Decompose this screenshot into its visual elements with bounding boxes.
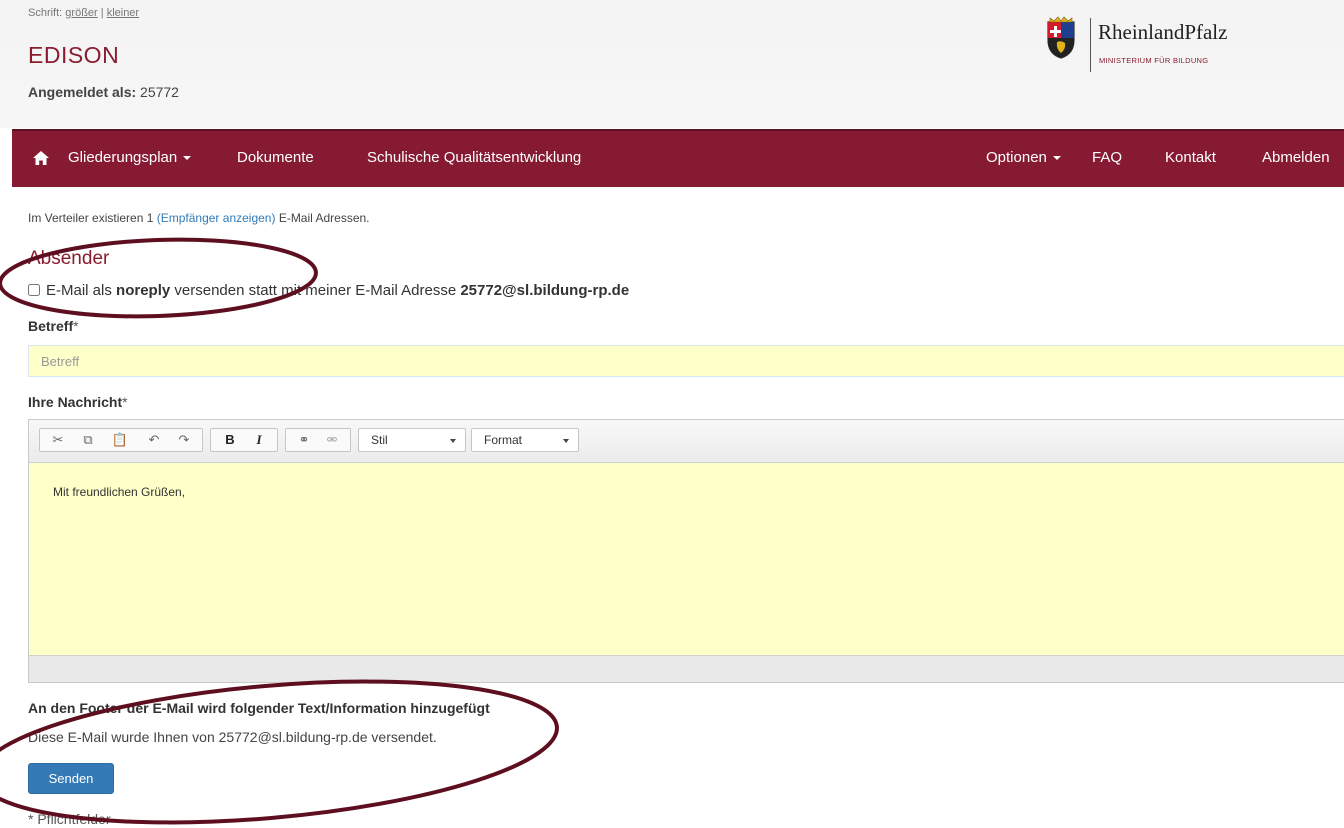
editor-status-bar <box>29 655 1344 682</box>
footer-info-text: Diese E-Mail wurde Ihnen von 25772@sl.bi… <box>28 729 437 745</box>
style-combo[interactable]: Stil <box>358 428 466 452</box>
sender-email: 25772@sl.bildung-rp.de <box>460 282 630 299</box>
noreply-option[interactable]: E-Mail als noreply versenden statt mit m… <box>28 282 629 299</box>
footer-info-title: An den Footer der E-Mail wird folgender … <box>28 700 490 716</box>
home-icon[interactable] <box>32 150 50 166</box>
rlp-logo: RheinlandPfalz MINISTERIUM FÜR BILDUNG <box>1040 16 1300 74</box>
message-label: Ihre Nachricht* <box>28 394 128 410</box>
page-header: Schrift: größer | kleiner EDISON Angemel… <box>0 0 1344 128</box>
nav-qualitaetsentwicklung[interactable]: Schulische Qualitätsentwicklung <box>367 131 581 187</box>
logo-name: RheinlandPfalz <box>1098 20 1228 44</box>
format-combo[interactable]: Format <box>471 428 579 452</box>
undo-icon[interactable]: ↶ <box>144 431 164 449</box>
send-button[interactable]: Senden <box>28 763 114 794</box>
required-fields-note: * Pflichtfelder <box>28 811 111 827</box>
logo-ministry: MINISTERIUM FÜR BILDUNG <box>1099 56 1209 65</box>
chevron-down-icon <box>563 439 569 443</box>
font-bigger-link[interactable]: größer <box>65 7 97 19</box>
subject-input[interactable] <box>28 345 1344 377</box>
message-body[interactable]: Mit freundlichen Grüßen, <box>29 463 1344 656</box>
sender-heading: Absender <box>28 248 110 269</box>
caret-down-icon <box>183 156 192 161</box>
chevron-down-icon <box>450 439 456 443</box>
nav-gliederungsplan[interactable]: Gliederungsplan <box>68 131 192 187</box>
font-smaller-link[interactable]: kleiner <box>107 7 139 19</box>
clipboard-group: ✂ ⧉ 📋 ↶ ↷ <box>39 428 203 452</box>
show-recipients-link[interactable]: (Empfänger anzeigen) <box>157 211 276 225</box>
nav-dokumente[interactable]: Dokumente <box>237 131 314 187</box>
nav-abmelden[interactable]: Abmelden <box>1262 131 1330 187</box>
noreply-checkbox[interactable] <box>28 284 40 296</box>
subject-label: Betreff* <box>28 318 79 334</box>
copy-icon[interactable]: ⧉ <box>78 431 98 449</box>
nav-faq[interactable]: FAQ <box>1092 131 1122 187</box>
editor-toolbar: ✂ ⧉ 📋 ↶ ↷ B I ⚭ ⚮ Stil Format <box>29 420 1344 463</box>
main-navbar: Gliederungsplan Dokumente Schulische Qua… <box>12 129 1344 187</box>
paste-icon[interactable]: 📋 <box>110 431 130 449</box>
bold-icon[interactable]: B <box>220 431 240 449</box>
recipient-info: Im Verteiler existieren 1 (Empfänger anz… <box>28 211 370 225</box>
format-group: B I <box>210 428 278 452</box>
caret-down-icon <box>1052 156 1061 161</box>
login-status: Angemeldet als: 25772 <box>28 84 179 100</box>
unlink-icon[interactable]: ⚮ <box>322 431 342 449</box>
redo-icon[interactable]: ↷ <box>174 431 194 449</box>
nav-kontakt[interactable]: Kontakt <box>1165 131 1216 187</box>
coat-of-arms-icon <box>1047 16 1075 59</box>
link-group: ⚭ ⚮ <box>285 428 351 452</box>
font-size-controls: Schrift: größer | kleiner <box>28 7 140 19</box>
app-title: EDISON <box>28 42 120 68</box>
nav-optionen[interactable]: Optionen <box>986 131 1061 187</box>
italic-icon[interactable]: I <box>249 431 269 449</box>
link-icon[interactable]: ⚭ <box>294 431 314 449</box>
message-editor: ✂ ⧉ 📋 ↶ ↷ B I ⚭ ⚮ Stil Format Mit freund… <box>28 419 1344 683</box>
cut-icon[interactable]: ✂ <box>48 431 68 449</box>
login-user: 25772 <box>140 84 179 100</box>
